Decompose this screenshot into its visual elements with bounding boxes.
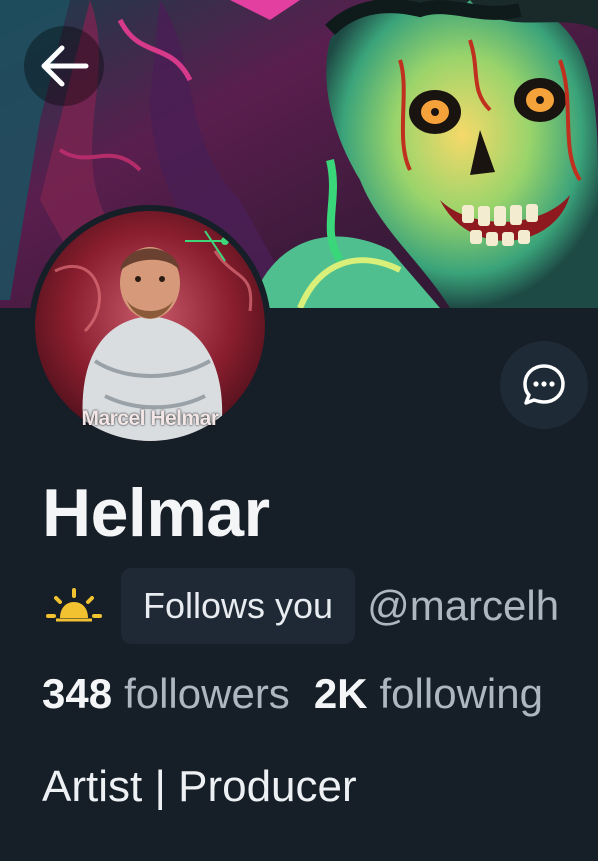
sun-horizon-icon [46, 588, 102, 622]
chat-bubble-icon [523, 364, 565, 405]
following-link[interactable]: 2K following [314, 670, 543, 718]
follows-you-badge: Follows you [121, 568, 356, 644]
profile-meta-row: Follows you @marcelh [42, 568, 559, 644]
avatar-text: Marcel Helmar [81, 407, 219, 430]
display-name: Helmar [42, 475, 270, 551]
following-label: following [379, 670, 543, 717]
following-count: 2K [313, 670, 368, 717]
message-button[interactable] [500, 341, 588, 429]
arrow-left-icon [41, 45, 89, 87]
avatar[interactable]: Marcel Helmar [29, 205, 271, 447]
follow-stats: 348 followers 2K following [42, 670, 543, 718]
followers-count: 348 [42, 670, 113, 717]
followers-link[interactable]: 348 followers [42, 670, 290, 718]
user-handle: @marcelh [367, 582, 560, 629]
back-button[interactable] [24, 26, 104, 106]
followers-label: followers [124, 670, 290, 717]
profile-bio: Artist | Producer [42, 762, 357, 811]
